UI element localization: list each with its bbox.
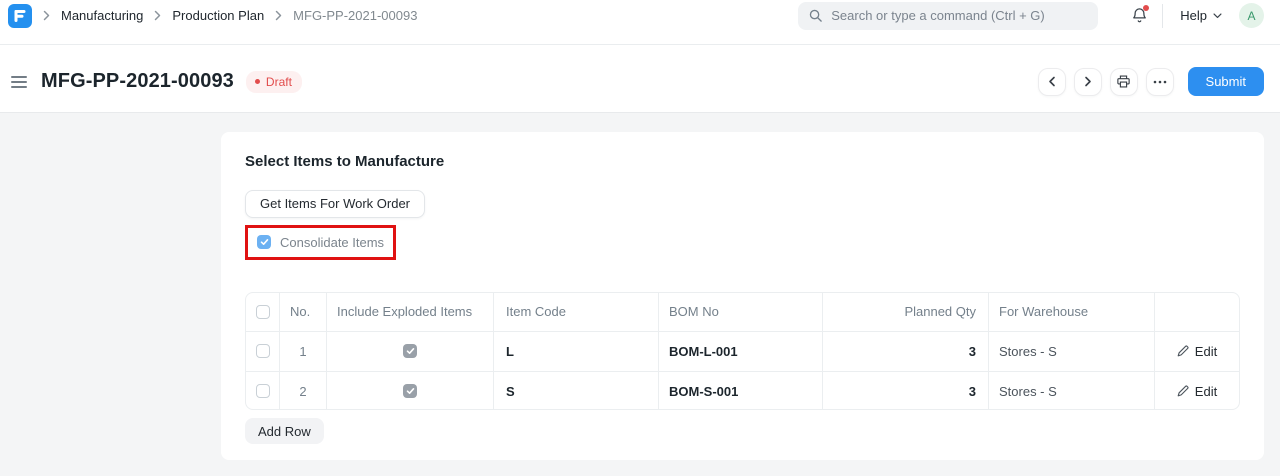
- global-search[interactable]: [798, 2, 1098, 30]
- form-section-card: Select Items to Manufacture Get Items Fo…: [221, 132, 1264, 460]
- warehouse-cell[interactable]: Stores - S: [989, 332, 1155, 371]
- menu-button[interactable]: [1146, 68, 1174, 96]
- row-checkbox[interactable]: [256, 344, 270, 358]
- planned-qty-cell[interactable]: 3: [823, 332, 989, 371]
- edit-row-button[interactable]: Edit: [1155, 372, 1239, 411]
- edit-row-button[interactable]: Edit: [1155, 332, 1239, 371]
- page-header: MFG-PP-2021-00093 Draft: [0, 45, 1280, 113]
- ellipsis-icon: [1153, 80, 1167, 84]
- pencil-icon: [1177, 345, 1189, 357]
- chevron-left-icon: [1048, 76, 1056, 87]
- select-all-checkbox[interactable]: [256, 305, 270, 319]
- next-document-button[interactable]: [1074, 68, 1102, 96]
- breadcrumb-item-current[interactable]: MFG-PP-2021-00093: [293, 8, 417, 23]
- item-code-cell[interactable]: L: [494, 332, 659, 371]
- header-item-code: Item Code: [494, 293, 659, 331]
- header-for-warehouse: For Warehouse: [989, 293, 1155, 331]
- page-title: MFG-PP-2021-00093: [41, 70, 234, 93]
- pencil-icon: [1177, 385, 1189, 397]
- chevron-down-icon: [1213, 13, 1222, 19]
- bom-no-cell[interactable]: BOM-S-001: [659, 372, 823, 411]
- header-bom-no: BOM No: [659, 293, 823, 331]
- avatar-initial: A: [1247, 9, 1255, 23]
- top-navbar: Manufacturing Production Plan MFG-PP-202…: [0, 0, 1280, 45]
- get-items-for-work-order-button[interactable]: Get Items For Work Order: [245, 190, 425, 218]
- header-planned-qty: Planned Qty: [823, 293, 989, 331]
- annotation-highlight-box: Consolidate Items: [245, 225, 396, 260]
- warehouse-cell[interactable]: Stores - S: [989, 372, 1155, 411]
- checkmark-icon: [406, 387, 415, 395]
- print-button[interactable]: [1110, 68, 1138, 96]
- user-avatar[interactable]: A: [1239, 3, 1264, 28]
- chevron-right-icon: [275, 10, 282, 21]
- items-table: No. Include Exploded Items Item Code BOM…: [245, 292, 1240, 411]
- previous-document-button[interactable]: [1038, 68, 1066, 96]
- row-checkbox[interactable]: [256, 384, 270, 398]
- checkmark-icon: [260, 238, 269, 246]
- bom-no-cell[interactable]: BOM-L-001: [659, 332, 823, 371]
- search-input[interactable]: [831, 8, 1088, 23]
- table-row: 1 L BOM-L-001 3 Stores - S Edit: [246, 331, 1239, 371]
- notification-unread-dot: [1143, 5, 1149, 11]
- status-dot-icon: [255, 79, 260, 84]
- help-label: Help: [1180, 8, 1207, 23]
- row-select-cell: [246, 372, 280, 411]
- status-label: Draft: [266, 75, 292, 89]
- edit-label: Edit: [1195, 344, 1217, 359]
- section-title: Select Items to Manufacture: [245, 153, 444, 170]
- breadcrumb-item-manufacturing[interactable]: Manufacturing: [61, 8, 143, 23]
- header-include-exploded-items: Include Exploded Items: [327, 293, 494, 331]
- breadcrumb: Manufacturing Production Plan MFG-PP-202…: [8, 4, 417, 28]
- chevron-right-icon: [1084, 76, 1092, 87]
- row-number: 1: [280, 332, 327, 371]
- help-menu[interactable]: Help: [1176, 8, 1226, 23]
- breadcrumb-item-production-plan[interactable]: Production Plan: [172, 8, 264, 23]
- table-row: 2 S BOM-S-001 3 Stores - S Edit: [246, 371, 1239, 411]
- printer-icon: [1116, 74, 1131, 89]
- erpnext-logo-icon: [13, 9, 27, 23]
- status-badge: Draft: [246, 71, 302, 93]
- submit-button[interactable]: Submit: [1188, 67, 1264, 96]
- include-exploded-cell: [327, 332, 494, 371]
- planned-qty-cell[interactable]: 3: [823, 372, 989, 411]
- chevron-right-icon: [154, 10, 161, 21]
- header-no: No.: [280, 293, 327, 331]
- header-select-cell: [246, 293, 280, 331]
- header-edit-cell: [1155, 293, 1239, 331]
- notifications-button[interactable]: [1129, 6, 1149, 26]
- item-code-cell[interactable]: S: [494, 372, 659, 411]
- include-exploded-checkbox[interactable]: [403, 344, 417, 358]
- row-number: 2: [280, 372, 327, 411]
- sidebar-toggle-button[interactable]: [8, 74, 30, 90]
- include-exploded-cell: [327, 372, 494, 411]
- consolidate-items-checkbox[interactable]: [257, 235, 271, 249]
- page-body: Select Items to Manufacture Get Items Fo…: [0, 113, 1280, 476]
- row-select-cell: [246, 332, 280, 371]
- consolidate-items-label[interactable]: Consolidate Items: [280, 235, 384, 250]
- chevron-right-icon: [43, 10, 50, 21]
- navbar-divider: [1162, 4, 1163, 28]
- search-icon: [808, 8, 823, 23]
- table-header-row: No. Include Exploded Items Item Code BOM…: [246, 293, 1239, 331]
- checkmark-icon: [406, 347, 415, 355]
- include-exploded-checkbox[interactable]: [403, 384, 417, 398]
- app-logo[interactable]: [8, 4, 32, 28]
- add-row-button[interactable]: Add Row: [245, 418, 324, 444]
- edit-label: Edit: [1195, 384, 1217, 399]
